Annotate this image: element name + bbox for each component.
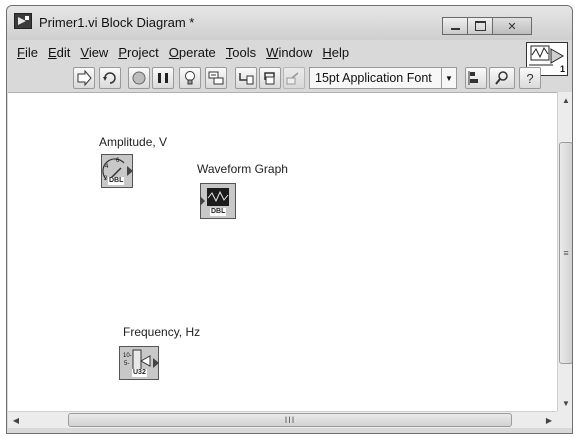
waveform-graph-label: Waveform Graph — [197, 162, 288, 176]
align-icon — [468, 71, 478, 85]
step-over-icon — [264, 72, 275, 85]
maximize-button[interactable] — [467, 17, 493, 35]
retain-wire-values-button[interactable] — [205, 67, 227, 89]
run-arrow-icon — [77, 70, 92, 86]
input-arrow-icon — [200, 196, 205, 206]
menu-view[interactable]: View — [75, 45, 113, 60]
font-selector[interactable]: 15pt Application Font ▼ — [309, 67, 457, 89]
pause-icon — [158, 73, 168, 83]
amplitude-terminal[interactable]: 4 6 2 DBL — [101, 154, 133, 188]
data-type-tag: DBL — [210, 208, 227, 216]
window-controls: ✕ — [442, 17, 532, 35]
font-selector-value: 15pt Application Font — [315, 71, 432, 85]
step-out-button[interactable] — [283, 67, 305, 89]
title-bar[interactable]: Primer1.vi Block Diagram * ✕ — [7, 6, 572, 40]
vertical-scroll-thumb[interactable]: ≡ — [559, 142, 572, 364]
minimize-button[interactable] — [442, 17, 468, 35]
frequency-terminal[interactable]: 10- 5- U32 — [119, 346, 159, 380]
stop-icon — [132, 71, 146, 85]
highlight-execution-button[interactable] — [179, 67, 201, 89]
svg-text:5-: 5- — [124, 361, 129, 367]
block-diagram-canvas[interactable]: Amplitude, V 4 6 2 DBL Waveform Graph DB… — [8, 92, 557, 411]
menu-help[interactable]: Help — [317, 45, 354, 60]
close-button[interactable]: ✕ — [492, 17, 532, 35]
run-continuously-icon — [103, 72, 116, 84]
amplitude-label: Amplitude, V — [99, 135, 168, 149]
labview-app-icon[interactable] — [14, 13, 32, 29]
vertical-scrollbar[interactable]: ▲ ≡ ▼ — [557, 92, 572, 411]
graph-screen — [207, 188, 229, 206]
pause-button[interactable] — [152, 67, 174, 89]
scroll-right-arrow-icon[interactable]: ▶ — [541, 412, 557, 428]
output-arrow-icon — [153, 358, 159, 368]
horizontal-scrollbar[interactable]: ◀ III ▶ — [8, 411, 557, 428]
run-button[interactable] — [73, 67, 95, 89]
menu-project[interactable]: Project — [113, 45, 163, 60]
svg-text:6: 6 — [116, 158, 120, 164]
data-type-tag: DBL — [108, 177, 125, 185]
scroll-left-arrow-icon[interactable]: ◀ — [8, 412, 24, 428]
svg-text:4: 4 — [105, 164, 109, 170]
block-diagram-window: Primer1.vi Block Diagram * ✕ File Edit V… — [6, 5, 573, 434]
zoom-button[interactable] — [489, 67, 515, 89]
toolbar: 15pt Application Font ▼ ? — [7, 64, 541, 92]
scroll-down-arrow-icon[interactable]: ▼ — [558, 395, 572, 411]
retain-values-icon — [208, 71, 224, 85]
step-into-button[interactable] — [235, 67, 257, 89]
grip-icon: III — [284, 415, 296, 425]
menu-window[interactable]: Window — [261, 45, 317, 60]
output-arrow-icon — [127, 166, 133, 176]
data-type-tag: U32 — [132, 369, 147, 377]
connector-pane-number: 1 — [559, 64, 565, 74]
chevron-down-icon: ▼ — [441, 68, 456, 88]
menu-operate[interactable]: Operate — [164, 45, 221, 60]
menu-file[interactable]: File — [12, 45, 43, 60]
magnifier-icon — [495, 71, 508, 85]
scroll-up-arrow-icon[interactable]: ▲ — [558, 92, 572, 108]
waveform-icon — [207, 190, 229, 203]
align-objects-button[interactable] — [465, 67, 487, 89]
menu-edit[interactable]: Edit — [43, 45, 75, 60]
window-title: Primer1.vi Block Diagram * — [39, 15, 195, 30]
abort-button[interactable] — [128, 67, 150, 89]
help-icon: ? — [526, 70, 534, 86]
step-into-icon — [239, 73, 254, 85]
resize-grip[interactable] — [557, 411, 572, 428]
svg-text:10-: 10- — [123, 353, 132, 359]
grip-icon: ≡ — [563, 248, 569, 258]
lightbulb-icon — [185, 71, 195, 85]
menu-bar: File Edit View Project Operate Tools Win… — [7, 40, 520, 64]
run-continuously-button[interactable] — [99, 67, 121, 89]
frequency-label: Frequency, Hz — [123, 325, 201, 339]
step-out-icon — [286, 72, 299, 85]
context-help-button[interactable]: ? — [519, 67, 541, 89]
step-over-button[interactable] — [259, 67, 281, 89]
horizontal-scroll-thumb[interactable]: III — [68, 413, 512, 427]
menu-tools[interactable]: Tools — [221, 45, 261, 60]
waveform-graph-terminal[interactable]: DBL — [200, 183, 236, 219]
